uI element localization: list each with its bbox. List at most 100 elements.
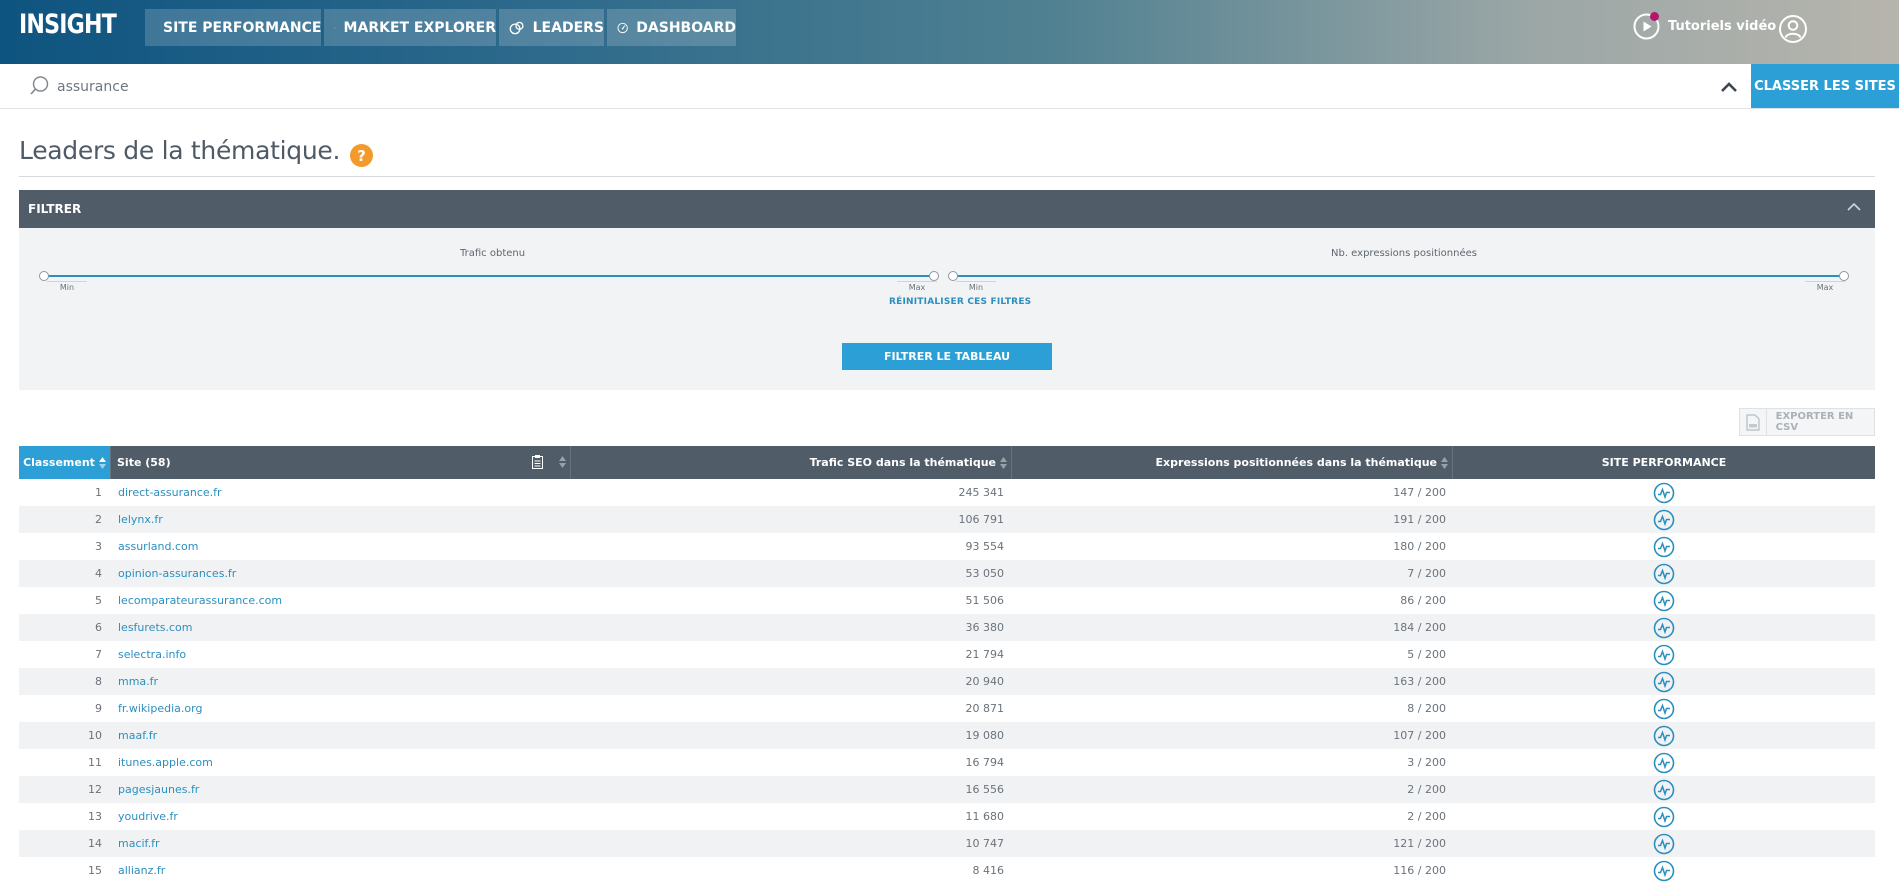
expressions-cell: 121 / 200 — [1012, 830, 1446, 857]
traffic-value: 11 680 — [965, 810, 1005, 823]
chevron-up-icon[interactable] — [1847, 202, 1861, 212]
site-link[interactable]: lesfurets.com — [118, 621, 192, 634]
site-link[interactable]: opinion-assurances.fr — [118, 567, 236, 580]
search-input[interactable] — [57, 75, 657, 99]
expressions-slider-track[interactable] — [952, 275, 1844, 277]
column-header-rank[interactable]: Classement — [19, 446, 111, 479]
site-performance-icon[interactable] — [1653, 860, 1675, 882]
site-link[interactable]: selectra.info — [118, 648, 186, 661]
nav-tab-leaders[interactable]: LEADERS — [499, 9, 604, 46]
site-link[interactable]: pagesjaunes.fr — [118, 783, 199, 796]
export-csv-button[interactable]: EXPORTER EN CSV — [1739, 408, 1875, 436]
site-link[interactable]: lecomparateurassurance.com — [118, 594, 282, 607]
clipboard-icon[interactable] — [532, 455, 543, 469]
traffic-slider-track[interactable] — [44, 275, 935, 277]
search-icon — [30, 76, 49, 95]
expressions-cell: 191 / 200 — [1012, 506, 1446, 533]
site-performance-icon[interactable] — [1653, 617, 1675, 639]
site-link[interactable]: allianz.fr — [118, 864, 165, 877]
column-label: Expressions positionnées dans la thémati… — [1155, 456, 1437, 469]
site-link[interactable]: itunes.apple.com — [118, 756, 213, 769]
column-header-site[interactable]: Site (58) — [111, 446, 571, 479]
performance-cell — [1453, 830, 1875, 857]
nav-tab-dashboard[interactable]: DASHBOARD — [607, 9, 736, 46]
nav-tab-market-explorer[interactable]: MARKET EXPLORER — [324, 9, 496, 46]
site-link[interactable]: maaf.fr — [118, 729, 157, 742]
table-row: 8 mma.fr 20 940 163 / 200 — [19, 668, 1875, 695]
column-header-expressions[interactable]: Expressions positionnées dans la thémati… — [1012, 446, 1453, 479]
performance-cell — [1453, 749, 1875, 776]
site-performance-icon[interactable] — [1653, 509, 1675, 531]
site-performance-icon[interactable] — [1653, 590, 1675, 612]
expressions-slider-max-handle[interactable] — [1839, 271, 1849, 281]
reset-filters-link[interactable]: RÉINITIALISER CES FILTRES — [889, 297, 1031, 307]
column-header-performance: SITE PERFORMANCE — [1453, 446, 1875, 479]
user-account-icon[interactable] — [1778, 14, 1808, 44]
rank-value: 14 — [88, 837, 102, 850]
site-performance-icon[interactable] — [1653, 698, 1675, 720]
site-performance-icon[interactable] — [1653, 779, 1675, 801]
expressions-slider-min-handle[interactable] — [948, 271, 958, 281]
tutorials-link[interactable]: Tutoriels vidéo — [1633, 12, 1777, 40]
nav-tab-site-performance[interactable]: SITE PERFORMANCE — [145, 9, 321, 46]
traffic-cell: 16 556 — [571, 776, 1005, 803]
site-link[interactable]: lelynx.fr — [118, 513, 163, 526]
app-logo[interactable]: INSIGHT — [19, 9, 117, 40]
traffic-cell: 11 680 — [571, 803, 1005, 830]
rank-value: 8 — [95, 675, 102, 688]
sort-icon — [1441, 456, 1448, 469]
rank-value: 15 — [88, 864, 102, 877]
traffic-value: 51 506 — [965, 594, 1005, 607]
site-performance-icon[interactable] — [1653, 806, 1675, 828]
expressions-value: 8 / 200 — [1407, 702, 1446, 715]
site-link[interactable]: macif.fr — [118, 837, 160, 850]
site-performance-icon[interactable] — [1653, 671, 1675, 693]
site-link[interactable]: fr.wikipedia.org — [118, 702, 202, 715]
site-performance-icon[interactable] — [1653, 725, 1675, 747]
column-header-traffic[interactable]: Trafic SEO dans la thématique — [571, 446, 1012, 479]
traffic-cell: 19 080 — [571, 722, 1005, 749]
tutorials-label: Tutoriels vidéo — [1668, 19, 1777, 34]
chevron-up-icon[interactable] — [1718, 76, 1740, 98]
site-cell: youdrive.fr — [118, 803, 558, 830]
traffic-slider-min-handle[interactable] — [39, 271, 49, 281]
site-link[interactable]: youdrive.fr — [118, 810, 178, 823]
traffic-value: 16 556 — [965, 783, 1005, 796]
site-performance-icon[interactable] — [1653, 563, 1675, 585]
site-performance-icon[interactable] — [1653, 482, 1675, 504]
traffic-value: 19 080 — [965, 729, 1005, 742]
performance-cell — [1453, 587, 1875, 614]
table-row: 11 itunes.apple.com 16 794 3 / 200 — [19, 749, 1875, 776]
site-cell: allianz.fr — [118, 857, 558, 884]
traffic-cell: 36 380 — [571, 614, 1005, 641]
site-performance-icon[interactable] — [1653, 752, 1675, 774]
expressions-value: 2 / 200 — [1407, 783, 1446, 796]
site-cell: lesfurets.com — [118, 614, 558, 641]
top-nav-bar: INSIGHT SITE PERFORMANCE MARKET EXPLORER… — [0, 0, 1899, 64]
site-link[interactable]: mma.fr — [118, 675, 158, 688]
rank-cell: 15 — [19, 857, 102, 884]
site-link[interactable]: direct-assurance.fr — [118, 486, 222, 499]
expressions-cell: 7 / 200 — [1012, 560, 1446, 587]
rank-sites-button[interactable]: CLASSER LES SITES — [1751, 64, 1899, 108]
play-icon — [1633, 12, 1660, 40]
filter-panel-header[interactable]: FILTRER — [19, 190, 1875, 228]
expressions-value: 191 / 200 — [1393, 513, 1446, 526]
site-cell: mma.fr — [118, 668, 558, 695]
site-performance-icon[interactable] — [1653, 644, 1675, 666]
site-link[interactable]: assurland.com — [118, 540, 198, 553]
filter-table-button[interactable]: FILTRER LE TABLEAU — [842, 343, 1052, 370]
site-performance-icon[interactable] — [1653, 536, 1675, 558]
rank-cell: 11 — [19, 749, 102, 776]
rank-value: 9 — [95, 702, 102, 715]
site-cell: opinion-assurances.fr — [118, 560, 558, 587]
table-body: 1 direct-assurance.fr 245 341 147 / 200 … — [19, 479, 1875, 884]
help-icon[interactable]: ? — [350, 144, 373, 167]
traffic-cell: 20 940 — [571, 668, 1005, 695]
expressions-value: 86 / 200 — [1400, 594, 1446, 607]
expressions-cell: 3 / 200 — [1012, 749, 1446, 776]
site-performance-icon[interactable] — [1653, 833, 1675, 855]
traffic-slider-max-handle[interactable] — [929, 271, 939, 281]
rank-cell: 5 — [19, 587, 102, 614]
rank-value: 10 — [88, 729, 102, 742]
